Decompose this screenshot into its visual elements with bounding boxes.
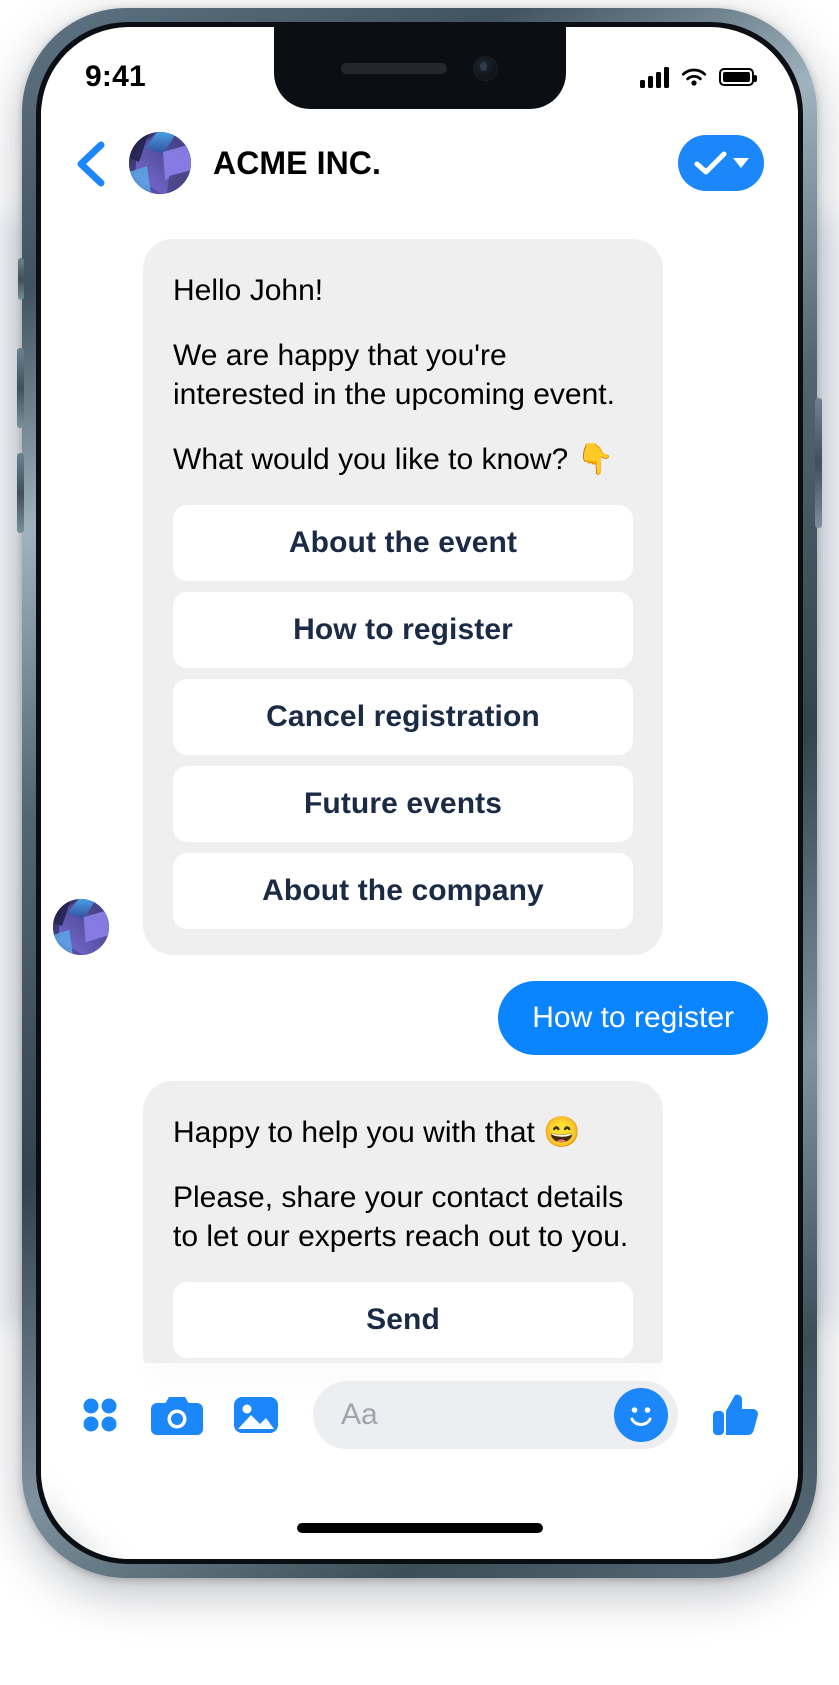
user-bubble: How to register bbox=[498, 981, 768, 1055]
message-list[interactable]: Hello John! We are happy that you're int… bbox=[41, 217, 798, 1559]
apps-grid-icon[interactable] bbox=[77, 1392, 123, 1438]
composer-toolbar: Aa bbox=[41, 1367, 798, 1463]
bubble-paragraph: What would you like to know? 👇 bbox=[173, 443, 614, 476]
check-mark-icon bbox=[694, 151, 726, 175]
bubble-paragraph: We are happy that you're interested in t… bbox=[173, 339, 615, 411]
quick-reply-about-the-event[interactable]: About the event bbox=[173, 505, 633, 581]
quick-reply-how-to-register[interactable]: How to register bbox=[173, 592, 633, 668]
bubble-paragraph: Happy to help you with that 😄 bbox=[173, 1116, 581, 1149]
message-row: Hello John! We are happy that you're int… bbox=[67, 239, 772, 955]
phone-mockup-frame: 9:41 ACME INC. Hello John! We are happy … bbox=[17, 8, 822, 1578]
wifi-icon bbox=[681, 68, 707, 86]
thumbs-up-icon[interactable] bbox=[710, 1389, 762, 1441]
quick-reply-future-events[interactable]: Future events bbox=[173, 766, 633, 842]
quick-reply-send[interactable]: Send bbox=[173, 1282, 633, 1358]
silent-switch-button[interactable] bbox=[18, 258, 24, 300]
bubble-paragraph: Please, share your contact details to le… bbox=[173, 1181, 629, 1253]
volume-down-button[interactable] bbox=[17, 453, 24, 533]
chevron-down-icon bbox=[732, 158, 749, 168]
chat-header: ACME INC. bbox=[41, 109, 798, 217]
message-user-1: How to register bbox=[67, 955, 772, 1055]
bot-bubble: Hello John! We are happy that you're int… bbox=[143, 239, 663, 955]
bot-avatar-small bbox=[53, 899, 109, 955]
front-camera-icon bbox=[473, 55, 498, 81]
cellular-signal-icon bbox=[640, 66, 669, 88]
quick-reply-list: About the event How to register Cancel r… bbox=[173, 505, 633, 929]
battery-full-icon bbox=[719, 68, 757, 86]
message-bot-1: Hello John! We are happy that you're int… bbox=[53, 239, 772, 955]
device-notch bbox=[273, 27, 566, 109]
bot-bubble: Happy to help you with that 😄 Please, sh… bbox=[143, 1081, 663, 1384]
verified-actions-button[interactable] bbox=[678, 135, 764, 191]
status-indicators bbox=[640, 66, 757, 88]
phone-bezel: 9:41 ACME INC. Hello John! We are happy … bbox=[36, 22, 803, 1564]
page-title: ACME INC. bbox=[213, 144, 382, 181]
status-time: 9:41 bbox=[85, 60, 146, 93]
camera-icon[interactable] bbox=[149, 1391, 205, 1439]
volume-up-button[interactable] bbox=[17, 348, 24, 428]
back-chevron-icon[interactable] bbox=[71, 139, 111, 187]
avatar-artwork bbox=[53, 899, 109, 955]
bubble-paragraph: Hello John! bbox=[173, 274, 324, 307]
home-indicator bbox=[296, 1523, 543, 1533]
message-bot-2: Happy to help you with that 😄 Please, sh… bbox=[67, 1081, 772, 1384]
message-row: Happy to help you with that 😄 Please, sh… bbox=[67, 1081, 772, 1384]
smiley-face-icon[interactable] bbox=[614, 1388, 668, 1442]
quick-reply-cancel-registration[interactable]: Cancel registration bbox=[173, 679, 633, 755]
power-button[interactable] bbox=[815, 398, 822, 528]
quick-reply-about-the-company[interactable]: About the company bbox=[173, 853, 633, 929]
screenshot-stage: 9:41 ACME INC. Hello John! We are happy … bbox=[0, 0, 839, 1685]
company-avatar[interactable] bbox=[129, 132, 191, 194]
earpiece-speaker-icon bbox=[341, 62, 447, 74]
photo-gallery-icon[interactable] bbox=[231, 1391, 281, 1439]
phone-screen: 9:41 ACME INC. Hello John! We are happy … bbox=[41, 27, 798, 1559]
avatar-artwork bbox=[129, 132, 191, 194]
quick-reply-list: Send bbox=[173, 1282, 633, 1358]
message-input-field[interactable]: Aa bbox=[313, 1381, 678, 1449]
composer-placeholder: Aa bbox=[341, 1398, 378, 1431]
